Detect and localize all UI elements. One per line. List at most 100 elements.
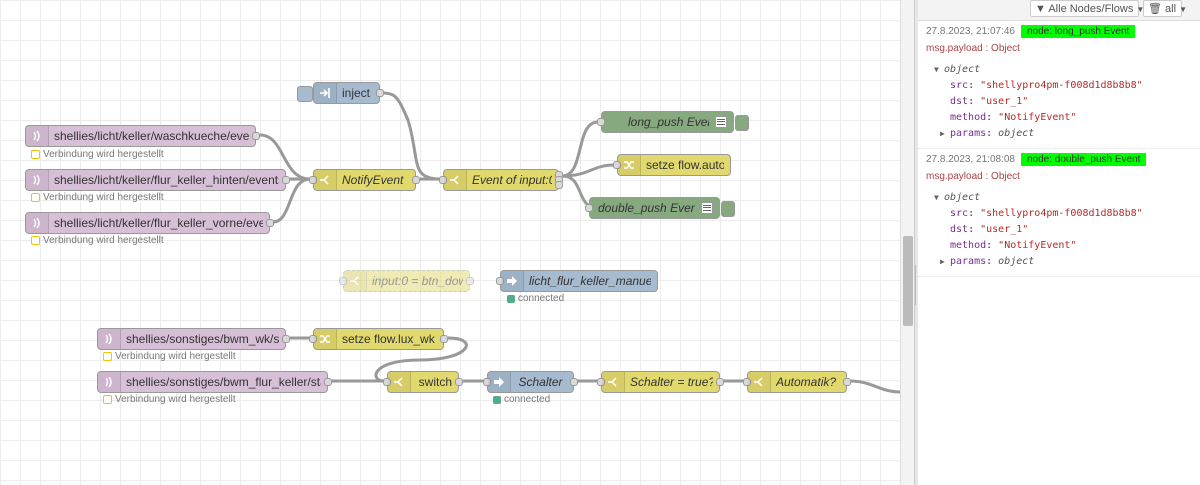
output-port[interactable] bbox=[282, 335, 290, 343]
arrow-right-icon bbox=[488, 372, 511, 392]
canvas-scrollbar[interactable] bbox=[900, 0, 915, 485]
mqtt-in-node[interactable]: shellies/sonstiges/bwm_flur_keller/statu… bbox=[97, 371, 332, 393]
wire bbox=[561, 163, 615, 178]
node-label: shellies/licht/keller/waschkueche/events… bbox=[54, 129, 249, 143]
tree-prop-collapsed[interactable]: ▶ params: object bbox=[926, 126, 1194, 142]
status-dot-icon bbox=[507, 294, 515, 303]
tree-prop-collapsed[interactable]: ▶ params: object bbox=[926, 254, 1194, 270]
node-label: setze flow.lux_wk bbox=[342, 332, 435, 346]
tree-prop: src: "shellypro4pm-f008d1d8b8b8" bbox=[950, 208, 1143, 219]
inject-arrow-icon bbox=[314, 83, 337, 103]
link-call-node[interactable]: Schalter bbox=[483, 371, 578, 393]
scrollbar-thumb[interactable] bbox=[903, 236, 913, 326]
status-ring-icon bbox=[31, 236, 40, 245]
tree-prop: dst: "user_1" bbox=[950, 224, 1029, 235]
message-time: 27.8.2023, 21:08:08 bbox=[926, 154, 1015, 165]
switch-icon bbox=[444, 170, 467, 190]
switch-node[interactable]: NotifyEvent bbox=[309, 169, 420, 191]
filter-dropdown[interactable]: ▼ Alle Nodes/Flows ▼ bbox=[1030, 0, 1144, 17]
inject-trigger-button[interactable] bbox=[297, 86, 313, 102]
node-label: NotifyEvent bbox=[342, 173, 404, 187]
tree-root[interactable]: ▼ object bbox=[926, 62, 1194, 78]
switch-node[interactable]: switch bbox=[383, 371, 463, 393]
mqtt-in-node[interactable]: shellies/licht/keller/flur_keller_hinten… bbox=[25, 169, 290, 191]
inject-node[interactable]: inject bbox=[313, 82, 384, 104]
node-label: licht_flur_keller_manuell bbox=[529, 274, 651, 288]
node-status: connected bbox=[507, 293, 564, 304]
caret-down-icon: ▼ bbox=[1179, 5, 1188, 14]
message-tree: ▼ object src: "shellypro4pm-f008d1d8b8b8"… bbox=[926, 62, 1194, 142]
wire bbox=[849, 379, 900, 394]
node-status: Verbindung wird hergestellt bbox=[31, 235, 164, 246]
switch-icon bbox=[748, 372, 771, 392]
switch-node[interactable]: Schalter = true? bbox=[597, 371, 724, 393]
node-label: double_push Event bbox=[598, 201, 695, 215]
clear-dropdown[interactable]: 🗑 all ▼ bbox=[1143, 0, 1187, 17]
shuffle-icon bbox=[314, 329, 337, 349]
output-port[interactable] bbox=[252, 132, 260, 140]
tree-prop: method: "NotifyEvent" bbox=[950, 112, 1077, 123]
node-label: Schalter bbox=[518, 375, 563, 389]
mqtt-waves-icon bbox=[26, 170, 49, 190]
output-port[interactable] bbox=[455, 378, 463, 386]
output-port[interactable] bbox=[716, 378, 724, 386]
switch-node[interactable]: Automatik? bbox=[743, 371, 851, 393]
input-port[interactable] bbox=[597, 118, 605, 126]
status-ring-icon bbox=[31, 150, 40, 159]
wire bbox=[367, 91, 441, 181]
flow-canvas[interactable]: inject shellies/licht/keller/waschkueche… bbox=[0, 0, 900, 485]
debug-list-icon bbox=[701, 202, 713, 214]
shuffle-icon bbox=[618, 155, 641, 175]
output-port[interactable] bbox=[412, 176, 420, 184]
node-label: setze flow.auto bbox=[646, 158, 724, 172]
node-status: connected bbox=[493, 394, 550, 405]
tree-prop: method: "NotifyEvent" bbox=[950, 240, 1077, 251]
output-port[interactable] bbox=[570, 378, 578, 386]
status-ring-icon bbox=[103, 395, 112, 404]
debug-toggle-button[interactable] bbox=[721, 201, 735, 217]
output-port[interactable] bbox=[466, 277, 474, 285]
change-node[interactable]: setze flow.lux_wk bbox=[309, 328, 448, 350]
node-status: Verbindung wird hergestellt bbox=[31, 192, 164, 203]
output-port[interactable] bbox=[282, 176, 290, 184]
node-label: shellies/licht/keller/flur_keller_vorne/… bbox=[54, 216, 263, 230]
output-port[interactable] bbox=[555, 181, 563, 189]
tree-root[interactable]: ▼ object bbox=[926, 190, 1194, 206]
output-port[interactable] bbox=[843, 378, 851, 386]
message-node-link[interactable]: node: long_push Event bbox=[1020, 25, 1136, 38]
filter-icon: ▼ bbox=[1035, 3, 1046, 15]
disabled-switch-node[interactable]: input:0 = btn_down bbox=[339, 270, 474, 292]
debug-node[interactable]: double_push Event bbox=[585, 197, 720, 219]
switch-icon bbox=[602, 372, 625, 392]
debug-message[interactable]: 27.8.2023, 21:08:08 node: double_push Eve… bbox=[918, 149, 1200, 277]
node-label: Automatik? bbox=[776, 375, 837, 389]
output-port[interactable] bbox=[324, 378, 332, 386]
debug-toolbar: ▼ Alle Nodes/Flows ▼ 🗑 all ▼ bbox=[918, 0, 1200, 21]
debug-toggle-button[interactable] bbox=[735, 115, 749, 131]
output-port[interactable] bbox=[376, 89, 384, 97]
debug-message[interactable]: 27.8.2023, 21:07:46 node: long_push Event… bbox=[918, 21, 1200, 149]
status-ring-icon bbox=[31, 193, 40, 202]
debug-node[interactable]: long_push Event bbox=[597, 111, 734, 133]
wire bbox=[561, 120, 599, 178]
switch-node[interactable]: Event of input:0 bbox=[439, 169, 563, 191]
debug-message-list[interactable]: 27.8.2023, 21:07:46 node: long_push Event… bbox=[918, 21, 1200, 485]
message-tree: ▼ object src: "shellypro4pm-f008d1d8b8b8"… bbox=[926, 190, 1194, 270]
node-status: Verbindung wird hergestellt bbox=[103, 394, 236, 405]
tree-prop: src: "shellypro4pm-f008d1d8b8b8" bbox=[950, 80, 1143, 91]
mqtt-in-node[interactable]: shellies/licht/keller/waschkueche/events… bbox=[25, 125, 260, 147]
switch-icon bbox=[314, 170, 337, 190]
mqtt-in-node[interactable]: shellies/licht/keller/flur_keller_vorne/… bbox=[25, 212, 274, 234]
message-path[interactable]: msg.payload : Object bbox=[926, 171, 1194, 182]
arrow-right-icon bbox=[501, 271, 524, 291]
message-path[interactable]: msg.payload : Object bbox=[926, 43, 1194, 54]
message-node-link[interactable]: node: double_push Event bbox=[1020, 153, 1147, 166]
status-ring-icon bbox=[103, 352, 112, 361]
output-port[interactable] bbox=[266, 219, 274, 227]
change-node[interactable]: setze flow.auto bbox=[613, 154, 731, 176]
input-port[interactable] bbox=[585, 204, 593, 212]
trash-icon: 🗑 bbox=[1148, 3, 1162, 15]
mqtt-in-node[interactable]: shellies/sonstiges/bwm_wk/status bbox=[97, 328, 290, 350]
link-call-node[interactable]: licht_flur_keller_manuell bbox=[496, 270, 658, 292]
output-port[interactable] bbox=[440, 335, 448, 343]
